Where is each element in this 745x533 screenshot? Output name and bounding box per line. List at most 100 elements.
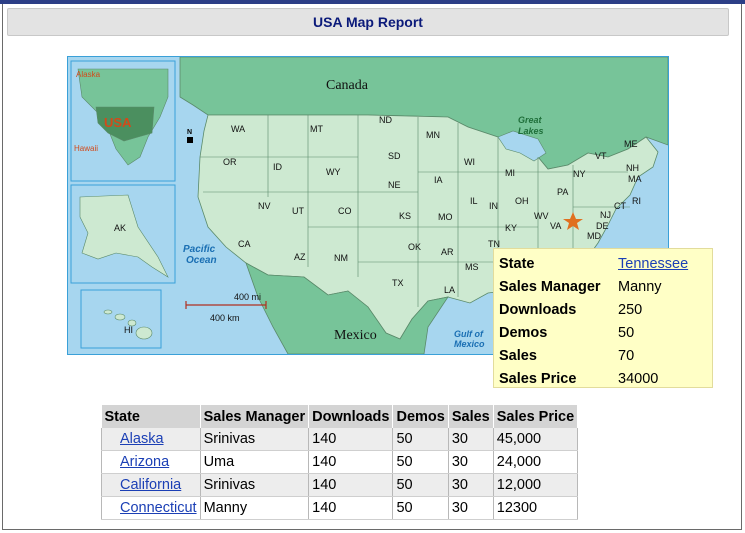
tooltip-value: 34000 <box>618 370 659 387</box>
state-label-ny[interactable]: NY <box>573 169 586 179</box>
state-label-nd[interactable]: ND <box>379 115 392 125</box>
state-label-sd[interactable]: SD <box>388 151 401 161</box>
label-great: Great <box>518 115 543 125</box>
state-label-me[interactable]: ME <box>624 139 638 149</box>
state-label-wi[interactable]: WI <box>464 157 475 167</box>
label-canada: Canada <box>326 78 369 93</box>
table-cell-demos: 50 <box>392 428 449 451</box>
table-header-row: State Sales Manager Downloads Demos Sales Sal… <box>101 405 579 428</box>
state-label-nm[interactable]: NM <box>334 253 348 263</box>
table-cell-sales: 30 <box>448 450 494 474</box>
state-label-az[interactable]: AZ <box>294 252 306 262</box>
state-label-co[interactable]: CO <box>338 206 352 216</box>
label-alaska-inset: Alaska <box>76 70 101 79</box>
tooltip-key: Sales <box>499 347 537 364</box>
state-label-ms[interactable]: MS <box>465 262 479 272</box>
state-label-nj[interactable]: NJ <box>600 210 611 220</box>
table-row: Arizona Uma 140 50 30 24,000 <box>101 450 579 474</box>
state-label-ar[interactable]: AR <box>441 247 454 257</box>
state-label-vt[interactable]: VT <box>595 151 607 161</box>
state-label-ut[interactable]: UT <box>292 206 304 216</box>
table-cell-sales: 30 <box>448 428 494 451</box>
state-label-wy[interactable]: WY <box>326 167 341 177</box>
state-label-ma[interactable]: MA <box>628 174 642 184</box>
state-label-nv[interactable]: NV <box>258 201 271 211</box>
state-link[interactable]: California <box>120 477 181 493</box>
label-lakes: Lakes <box>518 126 544 136</box>
label-gulf: Gulf of <box>454 329 484 339</box>
label-ocean: Ocean <box>186 255 217 266</box>
state-label-ne[interactable]: NE <box>388 180 401 190</box>
tooltip-value: Manny <box>618 278 662 295</box>
tooltip-value: 50 <box>618 324 635 341</box>
state-label-wa[interactable]: WA <box>231 124 245 134</box>
tooltip-row: Demos 50 <box>497 321 690 344</box>
tooltip-key: State <box>499 255 535 272</box>
state-link[interactable]: Alaska <box>120 431 164 447</box>
state-label-mn[interactable]: MN <box>426 130 440 140</box>
state-label-pa[interactable]: PA <box>557 187 568 197</box>
column-header: Demos <box>392 405 449 428</box>
label-pacific: Pacific <box>183 244 216 255</box>
label-north: N <box>187 129 192 136</box>
state-label-nh[interactable]: NH <box>626 163 639 173</box>
sales-table: State Sales Manager Downloads Demos Sales Sal… <box>101 405 579 520</box>
state-label-la[interactable]: LA <box>444 285 455 295</box>
table-cell-price: 45,000 <box>493 428 579 451</box>
tooltip-row: Downloads 250 <box>497 298 690 321</box>
state-label-ri[interactable]: RI <box>632 196 641 206</box>
column-header: State <box>101 405 201 428</box>
tooltip-table: State Tennessee Sales Manager Manny Download… <box>497 252 690 390</box>
tooltip-row: Sales 70 <box>497 344 690 367</box>
state-label-ok[interactable]: OK <box>408 242 421 252</box>
state-label-ia[interactable]: IA <box>434 175 443 185</box>
table-row: California Srinivas 140 50 30 12,000 <box>101 473 579 497</box>
table-cell-downloads: 140 <box>308 473 394 497</box>
state-label-ct[interactable]: CT <box>614 201 626 211</box>
label-ak: AK <box>114 223 126 233</box>
column-header: Sales <box>448 405 494 428</box>
compass-icon <box>187 137 193 143</box>
state-label-md[interactable]: MD <box>587 231 601 241</box>
state-label-va[interactable]: VA <box>550 221 561 231</box>
state-label-in[interactable]: IN <box>489 201 498 211</box>
table-cell-downloads: 140 <box>308 450 394 474</box>
state-label-or[interactable]: OR <box>223 157 237 167</box>
tooltip-row: Sales Price 34000 <box>497 367 690 390</box>
tooltip-value: 250 <box>618 301 643 318</box>
table-cell-sales: 30 <box>448 496 494 520</box>
table-row: Alaska Srinivas 140 50 30 45,000 <box>101 428 579 451</box>
state-label-ca[interactable]: CA <box>238 239 251 249</box>
column-header: Sales Price <box>493 405 579 428</box>
state-label-il[interactable]: IL <box>470 196 478 206</box>
state-label-ky[interactable]: KY <box>505 223 517 233</box>
table-cell-manager: Uma <box>200 450 310 474</box>
state-label-id[interactable]: ID <box>273 162 283 172</box>
state-label-tx[interactable]: TX <box>392 278 404 288</box>
label-gulf-mexico: Mexico <box>454 339 485 349</box>
tooltip-state-link[interactable]: Tennessee <box>618 256 688 272</box>
label-usa-inset: USA <box>104 115 132 130</box>
table-cell-demos: 50 <box>392 473 449 497</box>
tooltip-key: Sales Manager <box>499 278 601 295</box>
table-cell-price: 12,000 <box>493 473 579 497</box>
label-hi: HI <box>124 325 133 335</box>
state-label-de[interactable]: DE <box>596 221 609 231</box>
state-label-oh[interactable]: OH <box>515 196 529 206</box>
state-link[interactable]: Connecticut <box>120 500 197 516</box>
state-link[interactable]: Arizona <box>120 454 169 470</box>
table-cell-demos: 50 <box>392 450 449 474</box>
table-cell-downloads: 140 <box>308 428 394 451</box>
table-cell-price: 24,000 <box>493 450 579 474</box>
state-label-mo[interactable]: MO <box>438 212 453 222</box>
state-label-mi[interactable]: MI <box>505 168 515 178</box>
report-title: USA Map Report <box>7 8 729 36</box>
state-label-ks[interactable]: KS <box>399 211 411 221</box>
tooltip-row: State Tennessee <box>497 252 690 275</box>
table-cell-manager: Manny <box>200 496 310 520</box>
table-cell-manager: Srinivas <box>200 473 310 497</box>
table-cell-demos: 50 <box>392 496 449 520</box>
state-label-wv[interactable]: WV <box>534 211 549 221</box>
table-cell-manager: Srinivas <box>200 428 310 451</box>
state-label-mt[interactable]: MT <box>310 124 323 134</box>
